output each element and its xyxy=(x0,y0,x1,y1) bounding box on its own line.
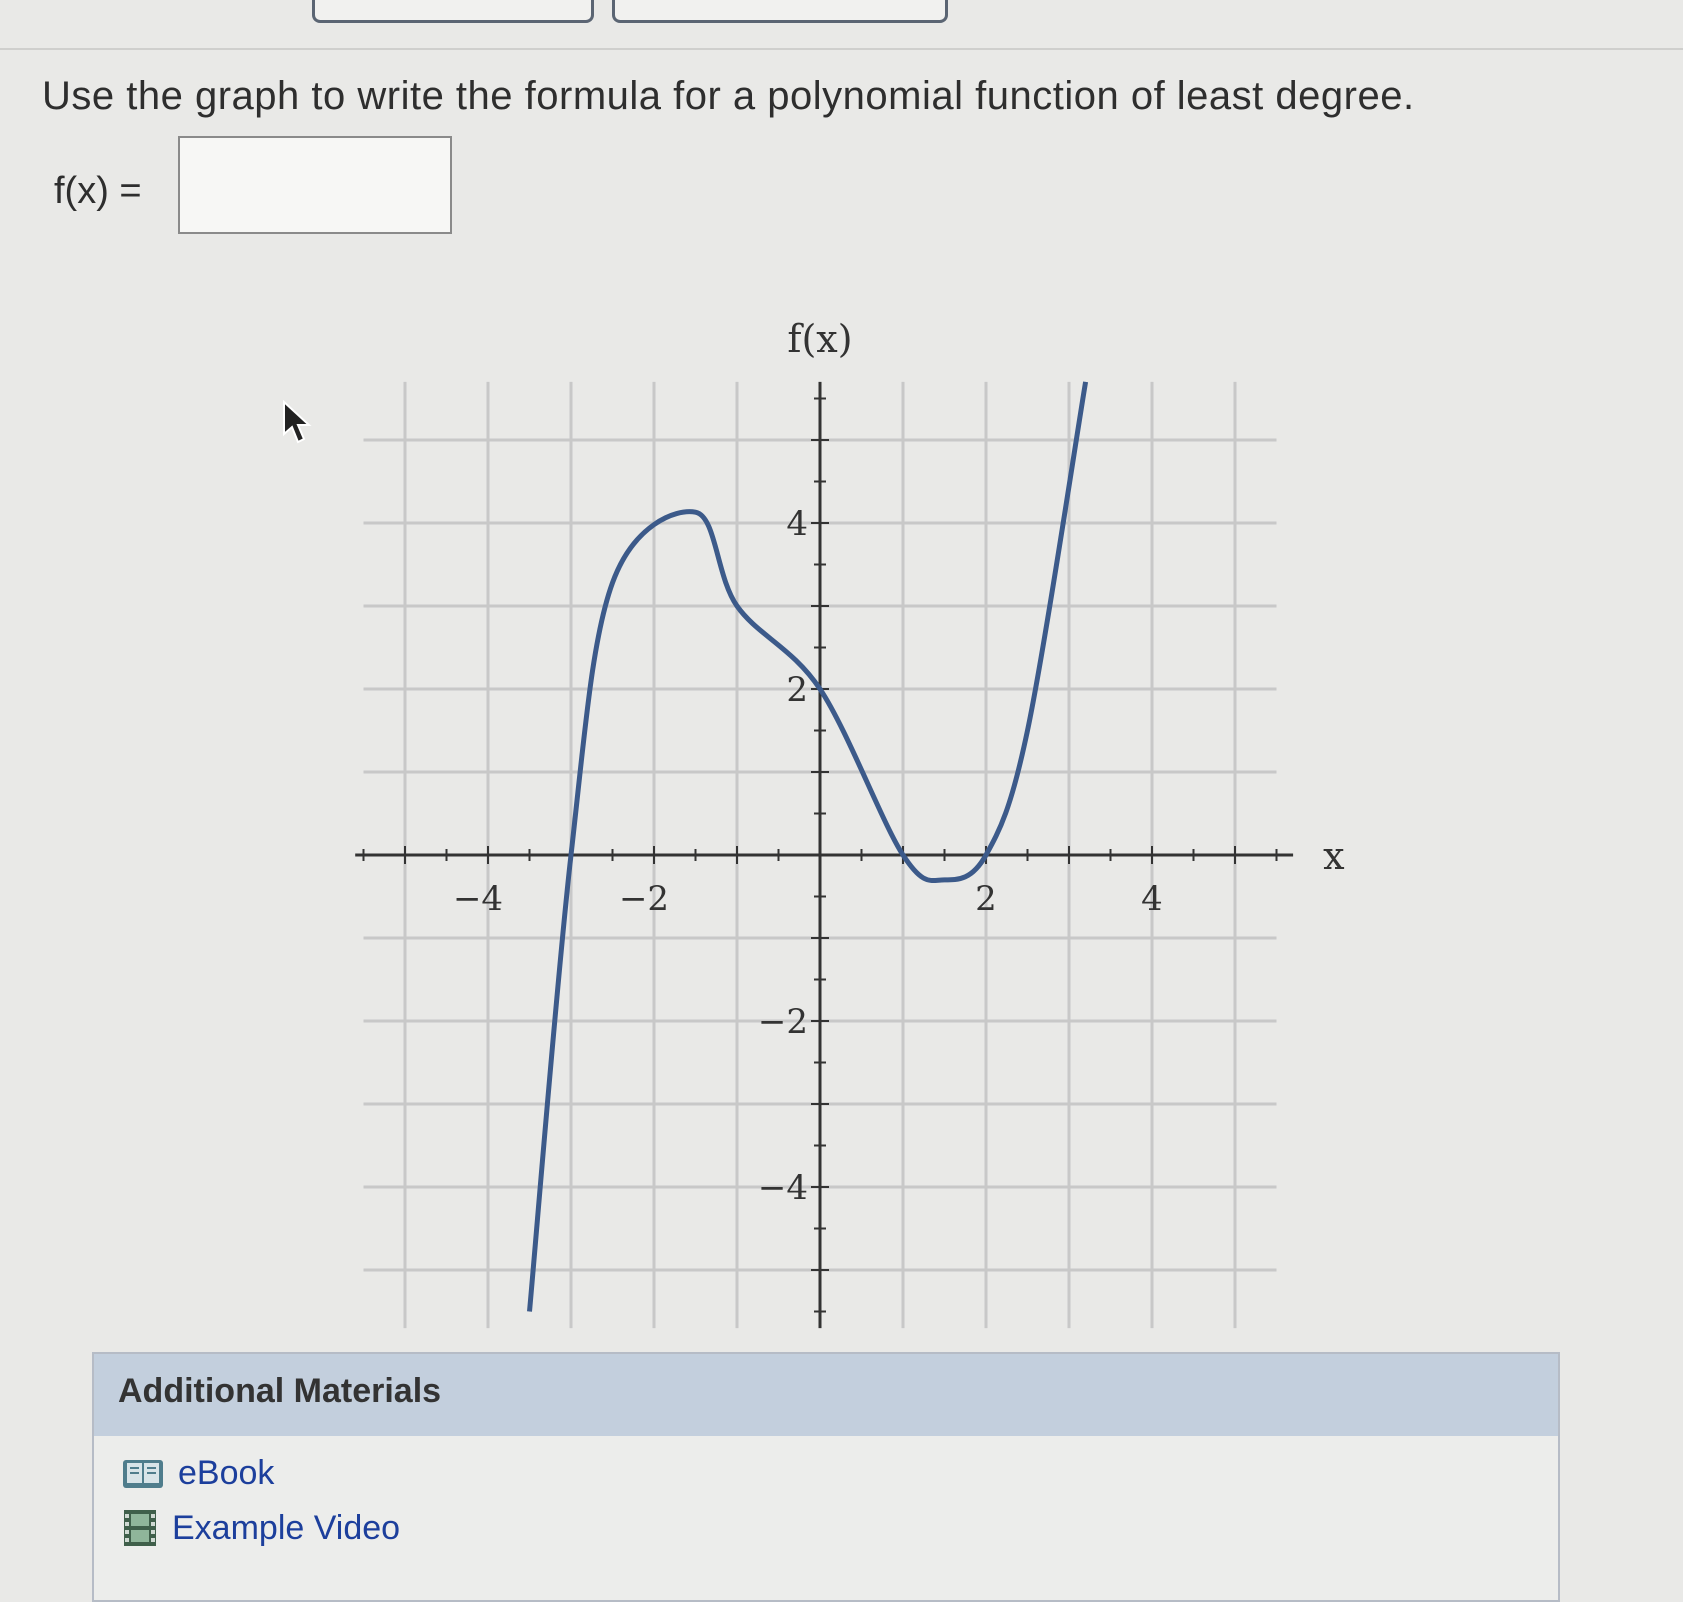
x-axis-title: x xyxy=(1323,834,1344,878)
mouse-cursor-icon xyxy=(282,400,316,448)
x-tick-label: 2 xyxy=(975,879,997,919)
additional-materials-panel: Additional Materials eBook Example xyxy=(92,1352,1560,1602)
y-tick-label: −2 xyxy=(758,1002,808,1042)
ebook-link[interactable]: eBook xyxy=(122,1454,274,1493)
top-button-right[interactable] xyxy=(612,0,948,23)
answer-input[interactable] xyxy=(178,136,452,234)
polynomial-graph: −4 −2 2 4 4 2 −2 −4 f(x) x xyxy=(320,300,1360,1340)
x-tick-label: −2 xyxy=(619,879,669,919)
y-axis-title: f(x) xyxy=(787,317,852,361)
additional-materials-header: Additional Materials xyxy=(94,1354,1558,1436)
y-tick-label: 4 xyxy=(786,504,808,544)
book-icon xyxy=(122,1456,164,1492)
film-icon xyxy=(122,1508,158,1548)
y-tick-label: 2 xyxy=(786,670,808,710)
example-video-link[interactable]: Example Video xyxy=(122,1508,400,1548)
y-tick-label: −4 xyxy=(758,1168,808,1208)
x-tick-label: 4 xyxy=(1141,879,1163,919)
question-prompt: Use the graph to write the formula for a… xyxy=(42,74,1415,119)
x-tick-label: −4 xyxy=(453,879,503,919)
answer-label-text: f(x) = xyxy=(54,170,142,212)
ebook-link-label: eBook xyxy=(178,1454,274,1493)
axis-labels: −4 −2 2 4 4 2 −2 −4 f(x) x xyxy=(453,317,1345,1208)
divider xyxy=(0,48,1683,50)
example-video-link-label: Example Video xyxy=(172,1509,400,1548)
top-button-left[interactable] xyxy=(312,0,594,23)
additional-materials-title: Additional Materials xyxy=(118,1372,441,1411)
answer-label: f(x) = xyxy=(54,170,142,213)
